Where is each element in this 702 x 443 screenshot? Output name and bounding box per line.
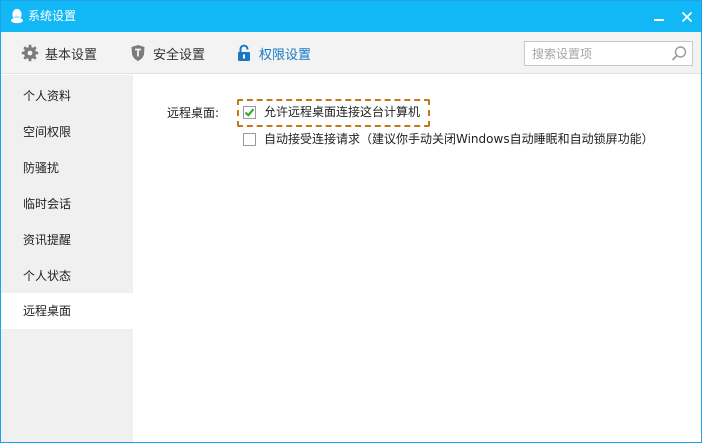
content-panel: 远程桌面: 允许远程桌面连接这台计算机 自动接受连接请求（建议你手动关闭Wind…	[133, 75, 701, 442]
sidebar-item-label: 个人资料	[23, 89, 72, 103]
remote-desktop-label: 远程桌面:	[167, 106, 220, 120]
settings-toolbar: 基本设置 安全设置 权限设置	[1, 32, 701, 74]
search-icon[interactable]	[671, 45, 688, 62]
sidebar-item-space-permission[interactable]: 空间权限	[1, 114, 133, 150]
sidebar-item-profile[interactable]: 个人资料	[1, 78, 133, 114]
sidebar-item-label: 远程桌面	[23, 304, 72, 318]
minimize-button[interactable]	[645, 1, 673, 32]
tab-basic-settings[interactable]: 基本设置	[21, 32, 97, 74]
sidebar-item-label: 资讯提醒	[23, 233, 72, 247]
settings-window: 系统设置 基本设置 安全设置 权限设置 搜索设置项 个人资料 空间权限 防骚扰 …	[0, 0, 702, 443]
minimize-icon	[654, 18, 664, 21]
auto-accept-label: 自动接受连接请求（建议你手动关闭Windows自动睡眠和自动锁屏功能）	[264, 132, 654, 146]
search-box[interactable]	[524, 41, 693, 66]
sidebar-item-temp-session[interactable]: 临时会话	[1, 186, 133, 222]
allow-remote-desktop-option[interactable]: 允许远程桌面连接这台计算机	[243, 105, 420, 119]
auto-accept-option[interactable]: 自动接受连接请求（建议你手动关闭Windows自动睡眠和自动锁屏功能）	[243, 132, 654, 146]
penguin-logo-icon	[11, 8, 23, 24]
sidebar-item-label: 空间权限	[23, 125, 72, 139]
sidebar-item-news-reminder[interactable]: 资讯提醒	[1, 222, 133, 258]
shield-icon	[129, 44, 147, 62]
close-icon	[681, 11, 693, 22]
window-title: 系统设置	[28, 9, 77, 23]
sidebar-item-label: 临时会话	[23, 197, 72, 211]
lock-icon	[235, 44, 253, 62]
tab-security-settings[interactable]: 安全设置	[129, 32, 205, 74]
allow-remote-desktop-checkbox[interactable]	[243, 105, 256, 119]
close-button[interactable]	[673, 1, 701, 32]
sidebar-item-anti-harassment[interactable]: 防骚扰	[1, 150, 133, 186]
auto-accept-checkbox[interactable]	[243, 132, 256, 146]
tab-permission-settings[interactable]: 权限设置	[235, 32, 311, 74]
sidebar-item-label: 防骚扰	[23, 161, 60, 175]
search-input[interactable]	[525, 42, 665, 65]
tab-basic-settings-label: 基本设置	[45, 47, 98, 63]
sidebar-item-label: 个人状态	[23, 269, 72, 283]
tab-permission-settings-label: 权限设置	[259, 47, 312, 63]
tab-security-settings-label: 安全设置	[153, 47, 206, 63]
checkmark-icon	[244, 108, 255, 117]
sidebar-item-personal-status[interactable]: 个人状态	[1, 258, 133, 294]
sidebar-item-remote-desktop[interactable]: 远程桌面	[1, 293, 133, 329]
allow-remote-desktop-label: 允许远程桌面连接这台计算机	[264, 105, 421, 119]
settings-sidebar: 个人资料 空间权限 防骚扰 临时会话 资讯提醒 个人状态 远程桌面	[1, 75, 133, 442]
gear-icon	[21, 44, 39, 62]
title-bar[interactable]: 系统设置	[1, 1, 701, 32]
